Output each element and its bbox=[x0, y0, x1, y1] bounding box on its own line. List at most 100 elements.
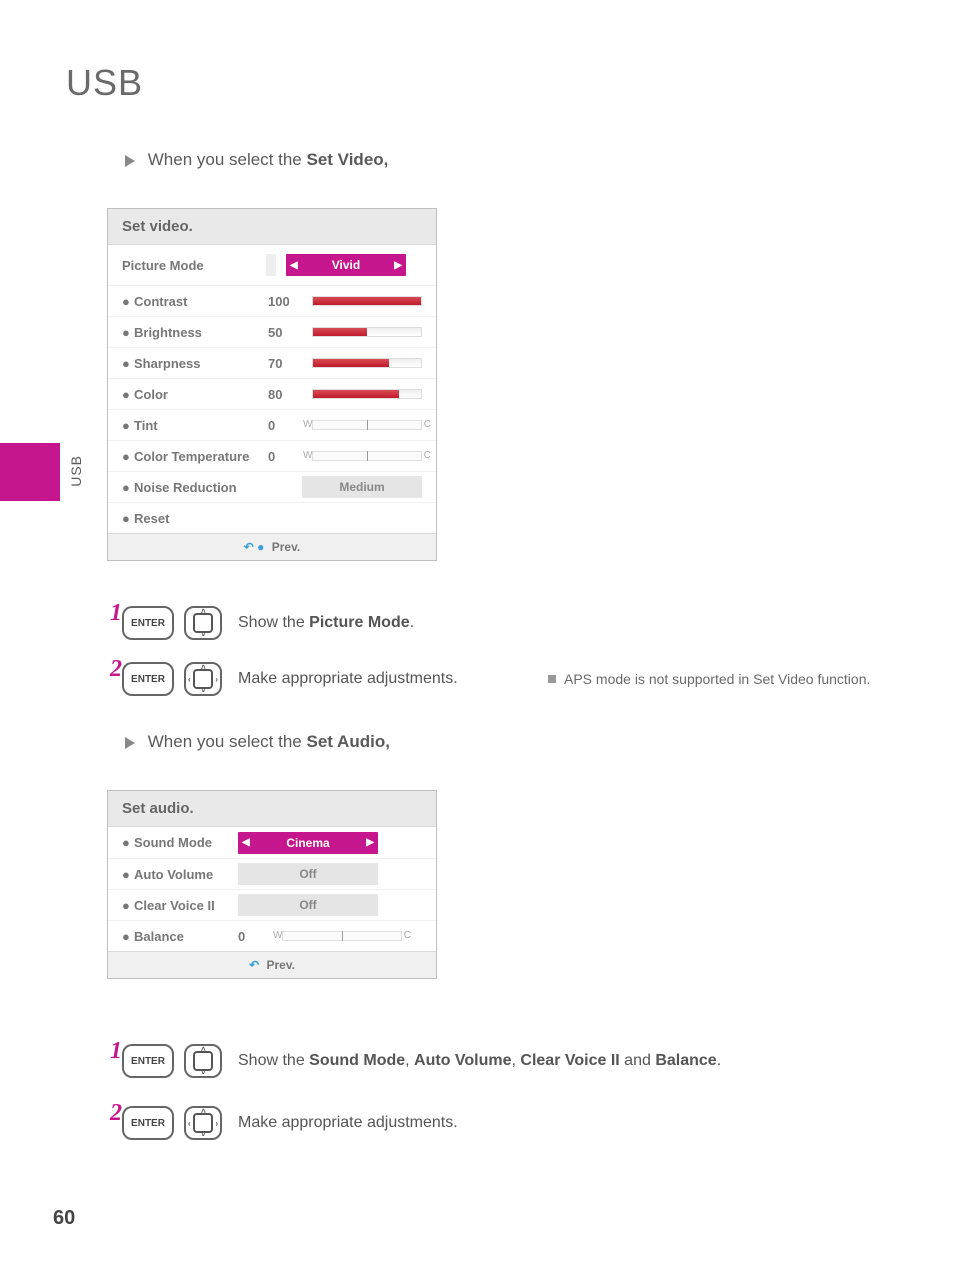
back-icon: ↶ bbox=[249, 958, 259, 972]
row-reset[interactable]: ● Reset bbox=[108, 502, 436, 533]
sound-mode-selector[interactable]: ◀ Cinema ▶ bbox=[238, 832, 378, 854]
video-step1-text: Show the Picture Mode. bbox=[238, 614, 414, 632]
audio-step2-text: Make appropriate adjustments. bbox=[238, 1114, 458, 1132]
dpad-icon: ˄ ˅ ‹ › bbox=[193, 1113, 213, 1133]
enter-key: ENTER bbox=[122, 1044, 174, 1078]
bullet-square-icon bbox=[548, 675, 556, 683]
play-arrow-icon bbox=[125, 155, 135, 167]
enter-key: ENTER bbox=[122, 606, 174, 640]
video-panel-footer[interactable]: ↶ ● Prev. bbox=[108, 533, 436, 560]
step-number-2: 2 bbox=[110, 656, 122, 683]
dpad-icon: ˄ ˅ ‹ › bbox=[193, 669, 213, 689]
enter-key: ENTER bbox=[122, 662, 174, 696]
page-title: USB bbox=[66, 62, 143, 104]
chevron-right-icon: ▶ bbox=[362, 837, 378, 848]
balance-label: Balance bbox=[128, 929, 238, 944]
tint-value: 0 bbox=[268, 418, 302, 433]
clear-voice-label: Clear Voice II bbox=[128, 898, 238, 913]
row-balance: ● Balance 0 bbox=[108, 920, 436, 951]
row-tint: ● Tint 0 bbox=[108, 409, 436, 440]
chevron-left-icon: ◀ bbox=[286, 260, 302, 271]
reset-label: Reset bbox=[128, 511, 268, 526]
spin-icon bbox=[266, 254, 276, 276]
row-sound-mode: ● Sound Mode ◀ Cinema ▶ bbox=[108, 827, 436, 858]
tint-label: Tint bbox=[128, 418, 268, 433]
row-brightness: ● Brightness 50 bbox=[108, 316, 436, 347]
row-sharpness: ● Sharpness 70 bbox=[108, 347, 436, 378]
note-text: APS mode is not supported in Set Video f… bbox=[564, 670, 870, 690]
auto-volume-value[interactable]: Off bbox=[238, 863, 378, 885]
tint-bar[interactable] bbox=[312, 420, 422, 430]
clear-voice-value[interactable]: Off bbox=[238, 894, 378, 916]
a1-prefix: Show the bbox=[238, 1052, 309, 1069]
picture-mode-label: Picture Mode bbox=[122, 258, 262, 273]
intro-video-text: When you select the bbox=[148, 150, 307, 169]
color-temp-bar[interactable] bbox=[312, 451, 422, 461]
balance-bar[interactable] bbox=[282, 931, 402, 941]
row-color-temperature: ● Color Temperature 0 bbox=[108, 440, 436, 471]
audio-step-1: 1 ENTER ˄ ˅ Show the Sound Mode, Auto Vo… bbox=[122, 1044, 721, 1078]
nav-key-4way: ˄ ˅ ‹ › bbox=[184, 662, 222, 696]
nav-key-updown: ˄ ˅ bbox=[184, 606, 222, 640]
auto-volume-label: Auto Volume bbox=[128, 867, 238, 882]
picture-mode-selector[interactable]: ◀ Vivid ▶ bbox=[286, 254, 406, 276]
color-bar[interactable] bbox=[312, 389, 422, 399]
row-picture-mode: Picture Mode ◀ Vivid ▶ bbox=[108, 245, 436, 285]
color-value: 80 bbox=[268, 387, 302, 402]
chevron-left-icon: ◀ bbox=[238, 837, 254, 848]
sharpness-value: 70 bbox=[268, 356, 302, 371]
intro-audio-text: When you select the bbox=[148, 732, 307, 751]
brightness-label: Brightness bbox=[128, 325, 268, 340]
sound-mode-label: Sound Mode bbox=[128, 835, 238, 850]
nav-key-updown: ˄ ˅ bbox=[184, 1044, 222, 1078]
enter-key-label: ENTER bbox=[131, 1056, 165, 1067]
balance-value: 0 bbox=[238, 929, 272, 944]
note-aps: APS mode is not supported in Set Video f… bbox=[548, 670, 888, 690]
audio-footer-text: Prev. bbox=[266, 958, 294, 972]
intro-video-bold: Set Video, bbox=[307, 150, 389, 169]
page-number: 60 bbox=[53, 1207, 75, 1230]
set-audio-panel: Set audio. ● Sound Mode ◀ Cinema ▶ ● Aut… bbox=[107, 790, 437, 979]
audio-step-2: 2 ENTER ˄ ˅ ‹ › Make appropriate adjustm… bbox=[122, 1106, 458, 1140]
play-arrow-icon bbox=[125, 737, 135, 749]
row-auto-volume: ● Auto Volume Off bbox=[108, 858, 436, 889]
row-color: ● Color 80 bbox=[108, 378, 436, 409]
color-temp-label: Color Temperature bbox=[128, 449, 268, 464]
contrast-label: Contrast bbox=[128, 294, 268, 309]
brightness-bar[interactable] bbox=[312, 327, 422, 337]
side-label: USB bbox=[68, 455, 84, 487]
noise-value[interactable]: Medium bbox=[302, 476, 422, 498]
contrast-bar[interactable] bbox=[312, 296, 422, 306]
audio-step1-text: Show the Sound Mode, Auto Volume, Clear … bbox=[238, 1052, 721, 1070]
audio-panel-footer[interactable]: ↶ Prev. bbox=[108, 951, 436, 978]
contrast-value: 100 bbox=[268, 294, 302, 309]
enter-key-label: ENTER bbox=[131, 1118, 165, 1129]
picture-mode-value: Vivid bbox=[332, 258, 360, 272]
set-audio-header: Set audio. bbox=[108, 791, 436, 827]
intro-audio-bold: Set Audio, bbox=[307, 732, 390, 751]
chevron-right-icon: ▶ bbox=[390, 260, 406, 271]
row-clear-voice: ● Clear Voice II Off bbox=[108, 889, 436, 920]
side-tab bbox=[0, 443, 60, 501]
step-number-1: 1 bbox=[110, 600, 122, 627]
a1-suffix: . bbox=[717, 1052, 721, 1069]
sharpness-bar[interactable] bbox=[312, 358, 422, 368]
sound-mode-value: Cinema bbox=[286, 836, 329, 850]
enter-key-label: ENTER bbox=[131, 618, 165, 629]
enter-key-label: ENTER bbox=[131, 674, 165, 685]
color-temp-value: 0 bbox=[268, 449, 302, 464]
v1-prefix: Show the bbox=[238, 614, 309, 631]
intro-set-audio: When you select the Set Audio, bbox=[125, 732, 390, 752]
noise-label: Noise Reduction bbox=[128, 480, 268, 495]
video-step-2: 2 ENTER ˄ ˅ ‹ › Make appropriate adjustm… bbox=[122, 662, 458, 696]
set-video-header: Set video. bbox=[108, 209, 436, 245]
video-step2-text: Make appropriate adjustments. bbox=[238, 670, 458, 688]
intro-set-video: When you select the Set Video, bbox=[125, 150, 388, 170]
row-contrast: ● Contrast 100 bbox=[108, 285, 436, 316]
a1-b1: Sound Mode bbox=[309, 1052, 405, 1069]
dpad-icon: ˄ ˅ bbox=[193, 613, 213, 633]
a1-b3: Clear Voice II bbox=[520, 1052, 619, 1069]
color-label: Color bbox=[128, 387, 268, 402]
enter-key: ENTER bbox=[122, 1106, 174, 1140]
a1-s3: and bbox=[620, 1052, 656, 1069]
